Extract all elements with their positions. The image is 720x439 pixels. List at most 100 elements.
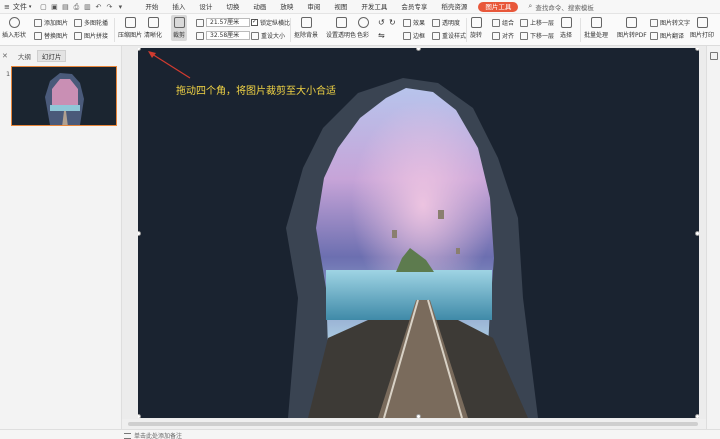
slide-thumbnail[interactable]	[11, 66, 117, 126]
multi-picture-button[interactable]: 多图轮播	[74, 18, 108, 27]
remove-bg-button[interactable]: 抠除背景	[294, 17, 318, 39]
tab-home[interactable]: 开始	[138, 0, 165, 14]
ribbon-tabs: 开始 插入 设计 切换 动画 放映 审阅 视图 开发工具 会员专享 稻壳资源 图…	[138, 0, 522, 14]
tab-member[interactable]: 会员专享	[394, 0, 434, 14]
rotate-button[interactable]: 旋转	[470, 17, 482, 39]
compress-button[interactable]: 压缩图片	[118, 17, 142, 39]
height-icon	[196, 31, 204, 40]
reset-style-button[interactable]: 重设样式	[432, 31, 466, 40]
width-field[interactable]: 21.57厘米	[196, 18, 250, 27]
tab-resources[interactable]: 稻壳资源	[434, 0, 474, 14]
insert-shape-button[interactable]: 插入形状	[2, 17, 26, 39]
color-button[interactable]: 色彩	[357, 17, 369, 39]
resize-handle-bottom[interactable]	[416, 414, 421, 418]
clarity-icon	[147, 17, 159, 28]
multi-picture-label: 多图轮播	[84, 20, 109, 27]
border-label: 边框	[413, 33, 426, 40]
bring-forward-button[interactable]: 上移一层	[520, 18, 554, 27]
send-backward-button[interactable]: 下移一层	[520, 31, 554, 40]
effects-button[interactable]: 效果	[403, 18, 425, 27]
scrollbar-thumb[interactable]	[128, 422, 698, 426]
menu-bar: ≡ 文件 ▾ ▢ ▣ ▤ ⎙ ▥ ↶ ↷ ▾ 开始 插入 设计 切换 动画 放映…	[0, 0, 720, 14]
bring-forward-label: 上移一层	[530, 20, 555, 27]
tab-transition[interactable]: 切换	[219, 0, 246, 14]
align-icon	[492, 31, 500, 40]
side-panel-icon[interactable]	[710, 52, 718, 60]
resize-handle-bottom-left[interactable]	[138, 414, 141, 418]
tab-developer[interactable]: 开发工具	[354, 0, 394, 14]
new-icon[interactable]: ▢	[39, 3, 47, 11]
lock-ratio-checkbox[interactable]: 锁定纵横比	[251, 18, 290, 27]
tab-animation[interactable]: 动画	[246, 0, 273, 14]
border-icon	[403, 31, 411, 40]
height-field[interactable]: 32.58厘米	[196, 31, 250, 40]
undo-icon[interactable]: ↶	[94, 3, 102, 11]
file-menu[interactable]: ≡ 文件 ▾	[0, 0, 35, 14]
horizontal-scrollbar[interactable]	[122, 419, 706, 429]
height-value[interactable]: 32.58厘米	[206, 31, 250, 40]
quick-access-toolbar: ▢ ▣ ▤ ⎙ ▥ ↶ ↷ ▾	[39, 3, 124, 11]
preview-icon[interactable]: ▥	[83, 3, 91, 11]
slide-canvas: 拖动四个角，将图片裁剪至大小合适	[122, 46, 706, 429]
picture-split-button[interactable]: 图片拼接	[74, 31, 108, 40]
translate-button[interactable]: 图片翻译	[650, 31, 684, 40]
replace-picture-button[interactable]: 替换图片	[34, 31, 68, 40]
set-transparent-button[interactable]: 设置透明色	[326, 17, 356, 39]
print-picture-label: 图片打印	[690, 32, 715, 39]
width-value[interactable]: 21.57厘米	[206, 18, 250, 27]
vertical-scrollbar[interactable]	[706, 46, 720, 429]
resize-handle-bottom-right[interactable]	[695, 414, 699, 418]
set-transparent-label: 设置透明色	[326, 32, 357, 39]
batch-icon	[590, 17, 602, 28]
close-icon[interactable]: ✕	[2, 52, 8, 60]
cave-picture[interactable]	[138, 48, 699, 418]
resize-handle-right[interactable]	[695, 231, 699, 236]
send-backward-label: 下移一层	[530, 33, 555, 40]
rotate-left-button[interactable]: ↺	[378, 18, 385, 27]
tab-insert[interactable]: 插入	[165, 0, 192, 14]
batch-button[interactable]: 批量处理	[584, 17, 608, 39]
file-menu-label: 文件	[12, 2, 27, 11]
print-icon[interactable]: ⎙	[72, 3, 80, 11]
color-label: 色彩	[357, 32, 370, 39]
redo-icon[interactable]: ↷	[105, 3, 113, 11]
clarity-button[interactable]: 清晰化	[144, 17, 162, 39]
more-icon[interactable]: ▾	[116, 3, 124, 11]
to-text-button[interactable]: 图片转文字	[650, 18, 690, 27]
search-placeholder: 查找命令、搜索模板	[535, 3, 594, 12]
tab-review[interactable]: 审阅	[300, 0, 327, 14]
to-text-label: 图片转文字	[660, 20, 691, 27]
tab-design[interactable]: 设计	[192, 0, 219, 14]
width-icon	[196, 18, 204, 27]
tab-view[interactable]: 视图	[327, 0, 354, 14]
transparency-button[interactable]: 透明度	[432, 18, 460, 27]
align-button[interactable]: 对齐	[492, 31, 514, 40]
pdf-icon	[626, 17, 638, 28]
save-icon[interactable]: ▣	[50, 3, 58, 11]
crop-button[interactable]: 裁剪	[171, 15, 188, 41]
tab-slideshow[interactable]: 放映	[273, 0, 300, 14]
translate-icon	[650, 31, 658, 40]
print-picture-button[interactable]: 图片打印	[690, 17, 714, 39]
border-button[interactable]: 边框	[403, 31, 425, 40]
to-pdf-button[interactable]: 图片转PDF	[617, 17, 647, 39]
notes-area[interactable]: 单击此处添加备注	[124, 431, 182, 439]
slide-panel: ✕ 大纲 幻灯片 1 ＋	[0, 46, 122, 439]
rotate-right-button[interactable]: ↻	[389, 18, 396, 27]
effects-icon	[403, 18, 411, 27]
select-button[interactable]: 选择	[560, 17, 572, 39]
clarity-label: 清晰化	[144, 32, 163, 39]
command-search[interactable]: ⌕ 查找命令、搜索模板	[528, 2, 593, 12]
tab-outline[interactable]: 大纲	[18, 51, 31, 61]
tab-picture-tools[interactable]: 图片工具	[478, 1, 519, 12]
reset-size-button[interactable]: 重设大小	[251, 31, 285, 40]
status-bar: 单击此处添加备注	[0, 429, 720, 439]
tab-slides[interactable]: 幻灯片	[36, 50, 67, 62]
export-icon[interactable]: ▤	[61, 3, 69, 11]
compress-label: 压缩图片	[118, 32, 143, 39]
add-picture-button[interactable]: 添加图片	[34, 18, 68, 27]
resize-handle-top-right[interactable]	[695, 48, 699, 51]
combine-button[interactable]: 组合	[492, 18, 514, 27]
flip-button[interactable]: ⇋	[378, 31, 385, 40]
slide[interactable]: 拖动四个角，将图片裁剪至大小合适	[138, 48, 699, 418]
